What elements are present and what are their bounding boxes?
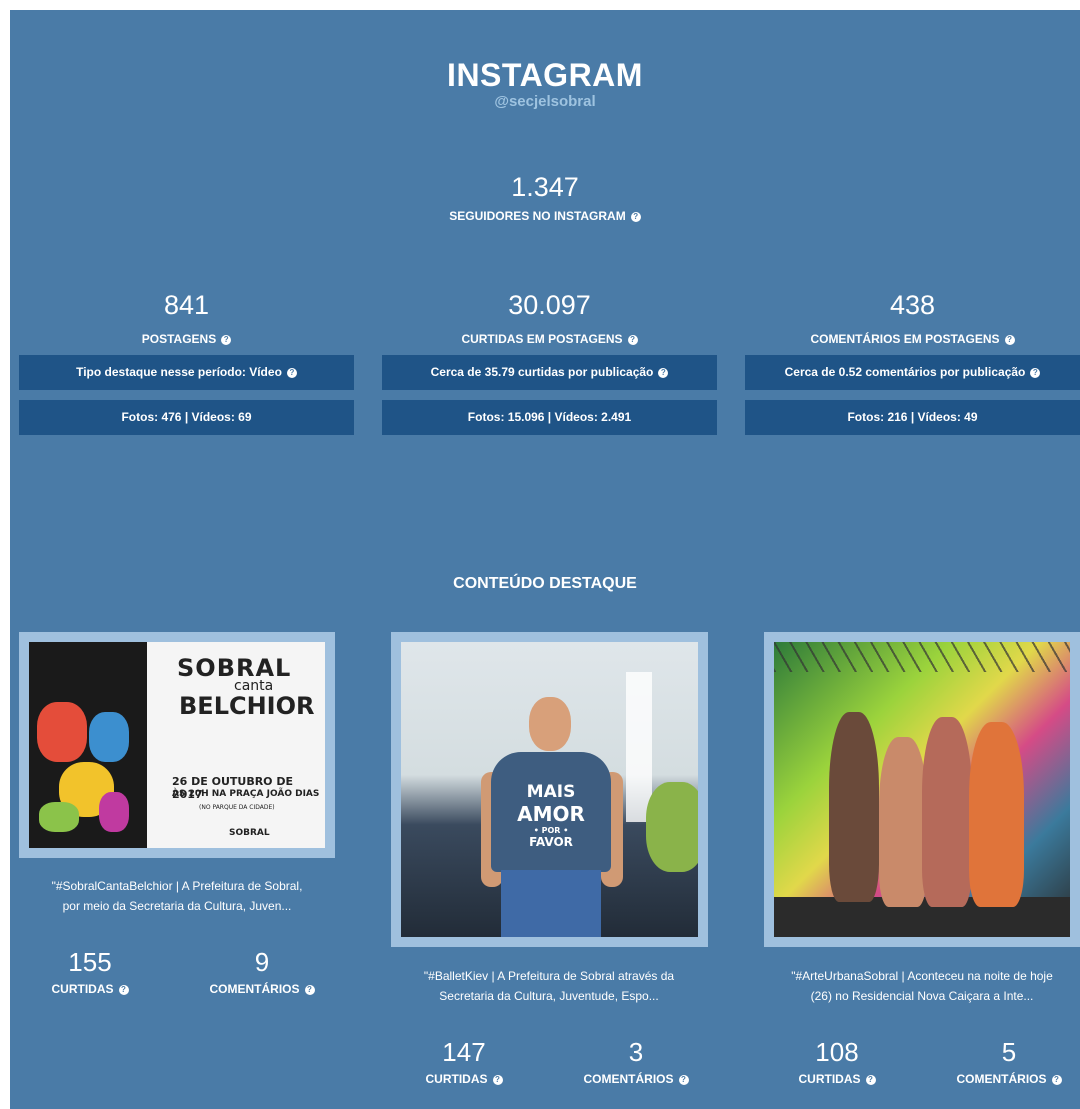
comments-label: COMENTÁRIOS	[956, 1072, 1047, 1086]
poster-image: SOBRAL canta BELCHIOR 26 DE OUTUBRO DE 2…	[29, 642, 325, 848]
post-1-likes: 155 CURTIDAS?	[20, 947, 160, 996]
shirt-line: • POR •	[533, 826, 569, 835]
featured-post-image-2[interactable]: MAIS AMOR • POR • FAVOR	[391, 632, 708, 947]
help-icon[interactable]: ?	[865, 1075, 876, 1085]
post-2-likes: 147 CURTIDAS?	[394, 1037, 534, 1086]
likes-label: CURTIDAS	[798, 1072, 861, 1086]
help-icon[interactable]: ?	[304, 985, 315, 995]
comments-number: 5	[1001, 1037, 1017, 1067]
comments-breakdown-bar: Fotos: 216 | Vídeos: 49	[745, 400, 1080, 435]
posts-label: POSTAGENS?	[19, 332, 354, 346]
help-icon[interactable]: ?	[1004, 335, 1015, 345]
photo-image	[774, 642, 1070, 937]
poster-logo-text: SOBRAL	[229, 828, 270, 838]
help-icon[interactable]: ?	[678, 1075, 689, 1085]
help-icon[interactable]: ?	[658, 368, 669, 378]
caption-line: Secretaria da Cultura, Juventude, Espo..…	[439, 989, 659, 1003]
comments-count: 438	[889, 290, 936, 320]
poster-text: ÀS 20H NA PRAÇA JOÃO DIAS	[172, 789, 320, 799]
page-title: INSTAGRAM	[447, 57, 643, 93]
featured-post-caption-1[interactable]: "#SobralCantaBelchior | A Prefeitura de …	[19, 876, 335, 916]
likes-label: CURTIDAS EM POSTAGENS?	[382, 332, 717, 346]
post-2-comments: 3 COMENTÁRIOS?	[566, 1037, 706, 1086]
followers-label: SEGUIDORES NO INSTAGRAM?	[10, 209, 1080, 223]
likes-label: CURTIDAS	[51, 982, 114, 996]
comments-number: 3	[628, 1037, 644, 1067]
help-icon[interactable]: ?	[630, 212, 641, 222]
caption-line: (26) no Residencial Nova Caiçara a Inte.…	[810, 989, 1034, 1003]
caption-line: "#BalletKiev | A Prefeitura de Sobral at…	[423, 969, 675, 983]
help-icon[interactable]: ?	[1030, 368, 1041, 378]
featured-post-image-3[interactable]	[764, 632, 1080, 947]
shirt-line: MAIS	[526, 782, 576, 802]
help-icon[interactable]: ?	[1051, 1075, 1062, 1085]
comments-label-text: COMENTÁRIOS EM POSTAGENS	[810, 332, 1000, 346]
likes-label-text: CURTIDAS EM POSTAGENS	[461, 332, 623, 346]
likes-highlight-bar: Cerca de 35.79 curtidas por publicação?	[382, 355, 717, 390]
likes-number: 147	[442, 1037, 486, 1067]
post-3-likes: 108 CURTIDAS?	[767, 1037, 907, 1086]
comments-highlight-bar: Cerca de 0.52 comentários por publicação…	[745, 355, 1080, 390]
followers-count: 1.347	[511, 172, 579, 202]
help-icon[interactable]: ?	[118, 985, 129, 995]
posts-highlight-text: Tipo destaque nesse período: Vídeo	[76, 365, 282, 379]
comments-label: COMENTÁRIOS EM POSTAGENS?	[745, 332, 1080, 346]
shirt-text: MAIS AMOR • POR • FAVOR	[511, 782, 591, 849]
help-icon[interactable]: ?	[221, 335, 232, 345]
help-icon[interactable]: ?	[492, 1075, 503, 1085]
featured-post-caption-2[interactable]: "#BalletKiev | A Prefeitura de Sobral at…	[381, 966, 717, 1006]
comments-number: 9	[254, 947, 270, 977]
likes-number: 108	[815, 1037, 859, 1067]
likes-label: CURTIDAS	[425, 1072, 488, 1086]
help-icon[interactable]: ?	[286, 368, 297, 378]
likes-highlight-text: Cerca de 35.79 curtidas por publicação	[430, 365, 654, 379]
featured-section-title: CONTEÚDO DESTAQUE	[453, 575, 637, 592]
poster-text: (NO PARQUE DA CIDADE)	[199, 804, 275, 811]
shirt-line: FAVOR	[529, 835, 573, 849]
posts-count: 841	[163, 290, 210, 320]
shirt-line: AMOR	[517, 802, 585, 826]
featured-post-image-1[interactable]: SOBRAL canta BELCHIOR 26 DE OUTUBRO DE 2…	[19, 632, 335, 858]
caption-line: por meio da Secretaria da Cultura, Juven…	[62, 899, 292, 913]
poster-text: BELCHIOR	[179, 692, 315, 720]
help-icon[interactable]: ?	[627, 335, 638, 345]
featured-post-caption-3[interactable]: "#ArteUrbanaSobral | Aconteceu na noite …	[754, 966, 1080, 1006]
posts-label-text: POSTAGENS	[141, 332, 217, 346]
instagram-panel: INSTAGRAM @secjelsobral 1.347 SEGUIDORES…	[10, 10, 1080, 1109]
comments-label: COMENTÁRIOS	[583, 1072, 674, 1086]
followers-label-text: SEGUIDORES NO INSTAGRAM	[449, 209, 626, 223]
likes-count: 30.097	[508, 290, 591, 320]
post-3-comments: 5 COMENTÁRIOS?	[939, 1037, 1079, 1086]
likes-number: 155	[68, 947, 112, 977]
posts-breakdown-bar: Fotos: 476 | Vídeos: 69	[19, 400, 354, 435]
instagram-handle[interactable]: @secjelsobral	[10, 93, 1080, 110]
caption-line: "#ArteUrbanaSobral | Aconteceu na noite …	[791, 969, 1053, 983]
post-1-comments: 9 COMENTÁRIOS?	[192, 947, 332, 996]
comments-highlight-text: Cerca de 0.52 comentários por publicação	[784, 365, 1026, 379]
photo-image: MAIS AMOR • POR • FAVOR	[401, 642, 698, 937]
likes-breakdown-bar: Fotos: 15.096 | Vídeos: 2.491	[382, 400, 717, 435]
comments-label: COMENTÁRIOS	[209, 982, 300, 996]
caption-line: "#SobralCantaBelchior | A Prefeitura de …	[51, 879, 303, 893]
posts-highlight-bar: Tipo destaque nesse período: Vídeo?	[19, 355, 354, 390]
